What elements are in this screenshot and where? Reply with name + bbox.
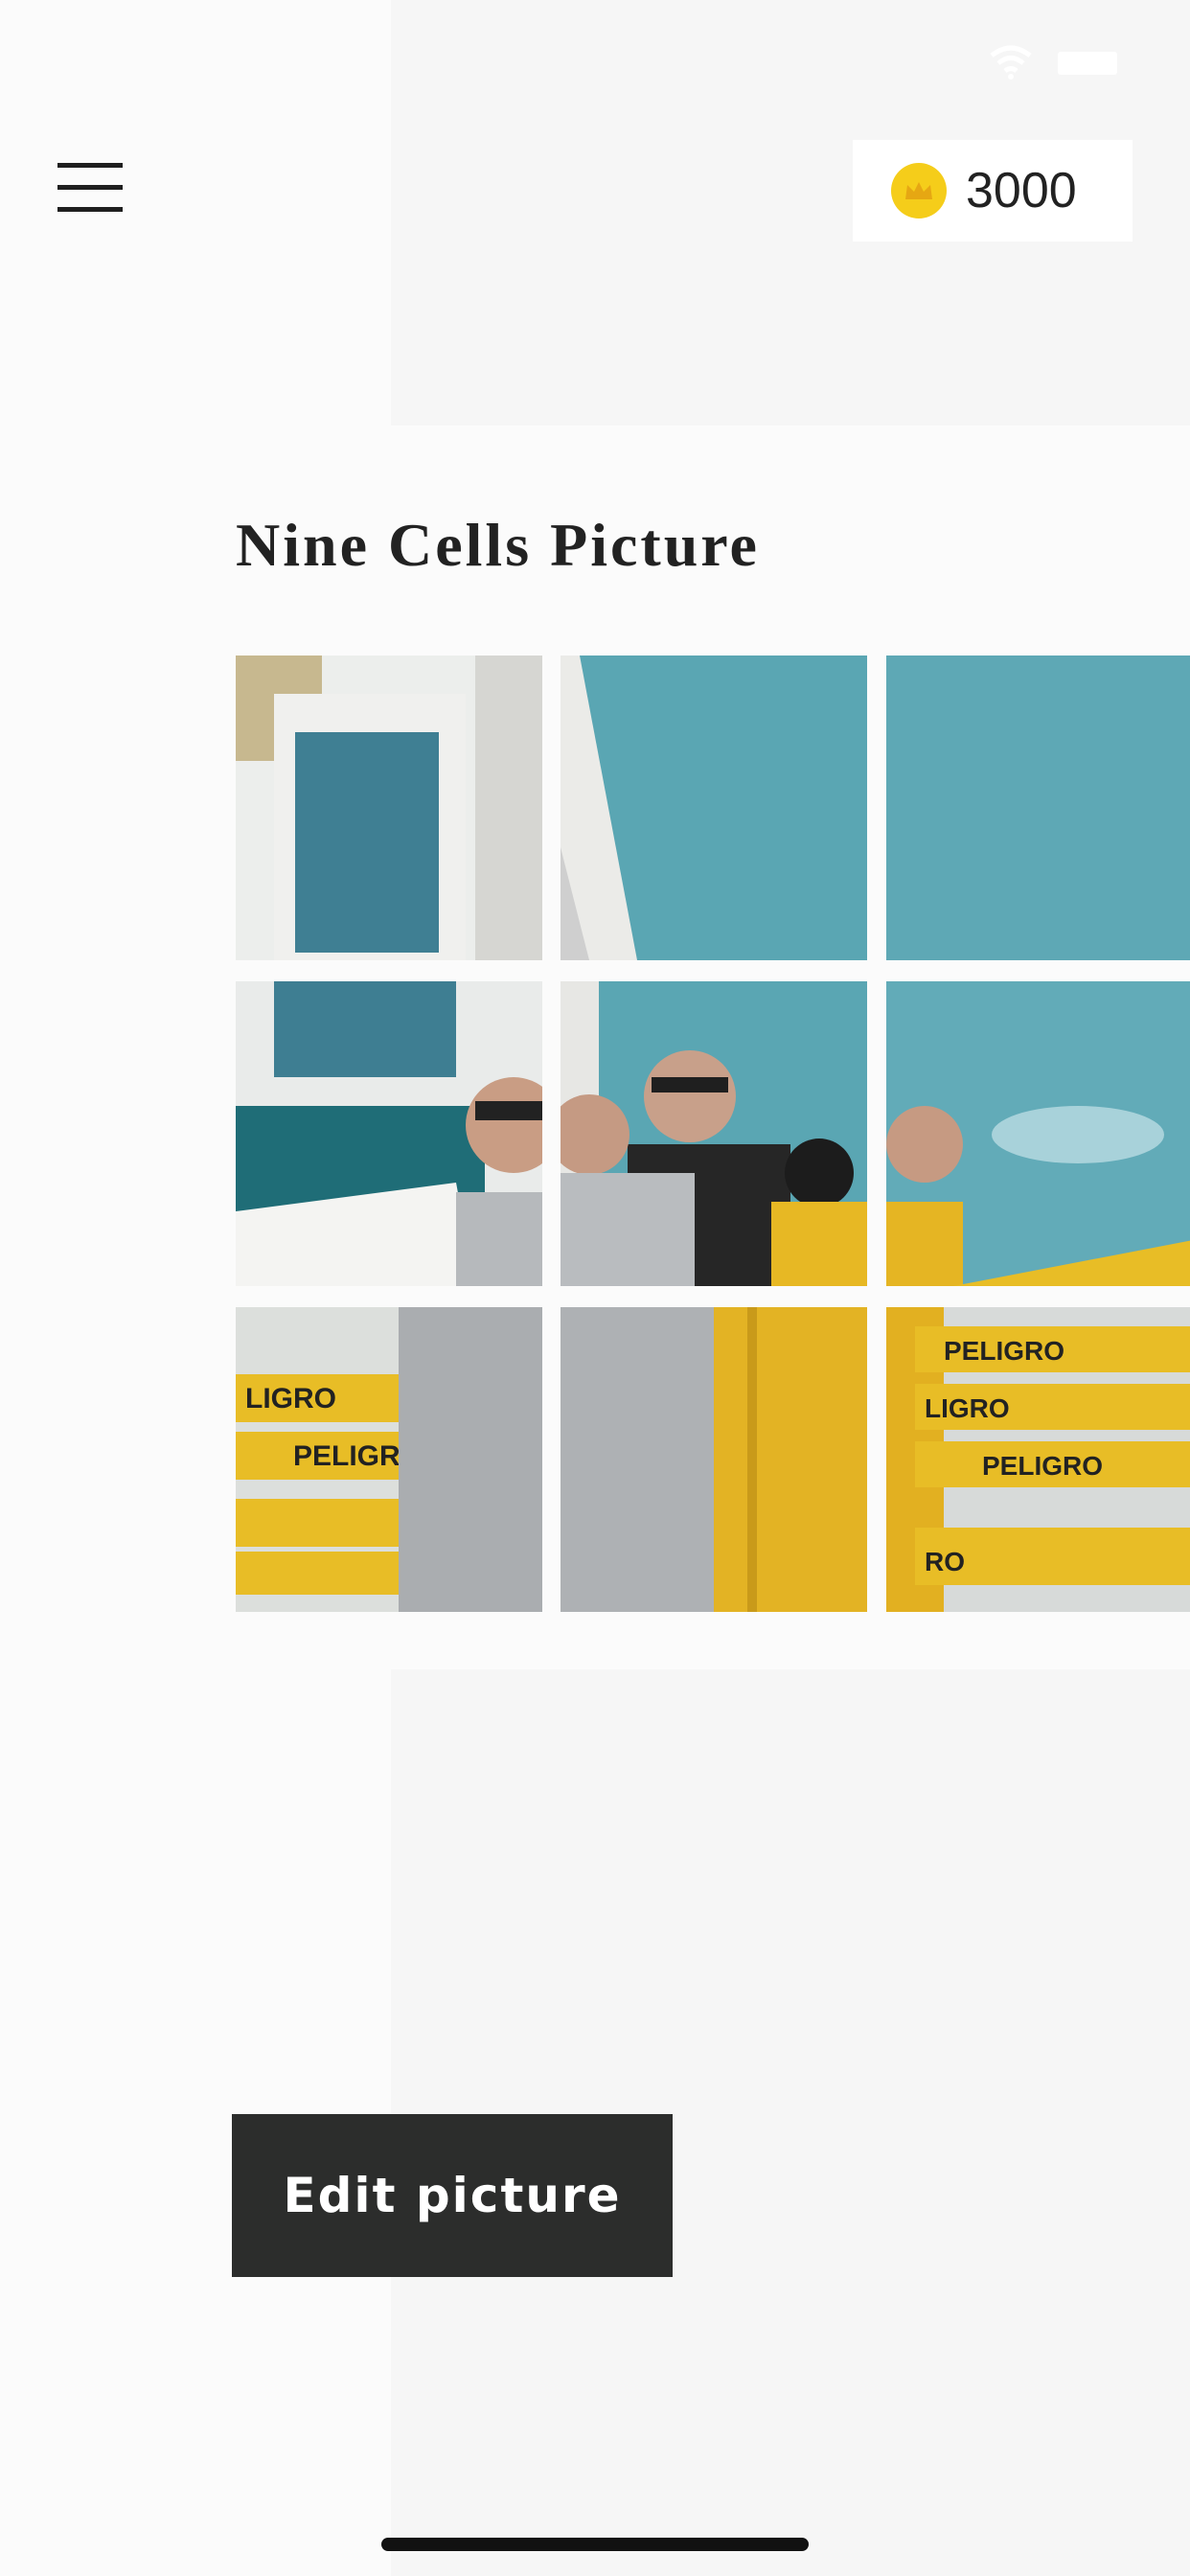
svg-text:LIGRO: LIGRO <box>245 1383 336 1414</box>
crown-coin-icon <box>891 163 947 218</box>
svg-text:LIGRO: LIGRO <box>925 1393 1010 1423</box>
grid-cell-8[interactable] <box>561 1307 867 1612</box>
home-indicator <box>381 2538 809 2551</box>
grid-cell-6[interactable] <box>886 981 1190 1286</box>
page-title: Nine Cells Picture <box>236 511 760 579</box>
svg-text:PELIGRO: PELIGRO <box>944 1336 1064 1366</box>
grid-cell-2[interactable] <box>561 656 867 960</box>
battery-icon <box>1058 52 1117 75</box>
grid-cell-1[interactable] <box>236 656 542 960</box>
grid-cell-9[interactable]: PELIGRO LIGRO PELIGRO RO <box>886 1307 1190 1612</box>
grid-cell-3[interactable] <box>886 656 1190 960</box>
grid-cell-7[interactable]: LIGRO PELIGRO <box>236 1307 542 1612</box>
coin-count: 3000 <box>966 163 1077 218</box>
coin-balance[interactable]: 3000 <box>853 140 1133 242</box>
hamburger-menu-icon <box>57 163 123 168</box>
grid-cell-4[interactable] <box>236 981 542 1286</box>
svg-text:PELIGRO: PELIGRO <box>982 1451 1103 1481</box>
grid-cell-5[interactable] <box>561 981 867 1286</box>
menu-button[interactable] <box>54 157 126 217</box>
wifi-icon <box>987 42 1035 80</box>
edit-picture-button[interactable]: Edit picture <box>232 2114 673 2277</box>
svg-text:RO: RO <box>925 1547 965 1576</box>
nine-cell-grid: LIGRO PELIGRO PELIGRO LIGRO PELIGRO RO <box>236 656 1190 1612</box>
